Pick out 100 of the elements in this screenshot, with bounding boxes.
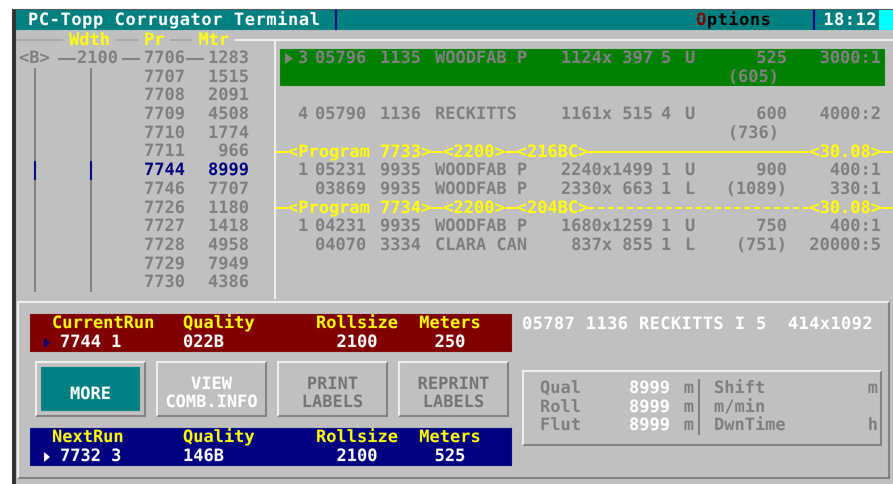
table-cell: 1 xyxy=(661,216,672,236)
options-menu[interactable]: Options xyxy=(696,10,772,30)
table-cell: 05231 xyxy=(315,160,366,180)
table-cell: 1774 xyxy=(208,122,249,143)
selected-row[interactable]: 3 05796 1135 WOODFAB P 1124x 397 5 U 525 3000:1 (605) xyxy=(280,49,885,86)
table-cell: 1 xyxy=(661,234,672,255)
action-button[interactable]: VIEW COMB.INFO xyxy=(156,361,267,417)
table-cell: L xyxy=(685,178,696,199)
table-cell: <B> xyxy=(19,48,50,68)
table-cell: 7707 xyxy=(208,178,249,199)
table-cell: 8999 xyxy=(208,160,249,180)
table-cell: (736) xyxy=(728,122,779,143)
table-cell: 7730 xyxy=(144,272,185,292)
table-cell: 4386 xyxy=(208,272,249,292)
column-header: Rollsize xyxy=(315,428,399,447)
run-value: 146B xyxy=(183,446,224,466)
table-cell: 7729 xyxy=(144,254,185,274)
stat-label: Shift xyxy=(714,379,766,398)
table-cell: 2240x1499 xyxy=(560,160,653,180)
unit-label: m xyxy=(682,398,694,416)
table-cell: U xyxy=(685,216,696,236)
table-cell: 4 xyxy=(661,104,672,124)
table-cell: CLARA CAN xyxy=(435,234,528,255)
table-cell: 7710 xyxy=(144,122,185,143)
table-cell: 7707 xyxy=(144,66,185,87)
table-cell: 1418 xyxy=(208,216,249,236)
run-value: 7744 1 xyxy=(60,333,122,352)
table-cell: 525 xyxy=(756,48,787,68)
table-cell: 2100 xyxy=(77,48,118,68)
table-cell: 4958 xyxy=(208,234,249,255)
table-cell: 1680x1259 xyxy=(560,216,653,236)
column-header: CurrentRun xyxy=(51,314,156,333)
table-cell: 7711 xyxy=(144,141,185,162)
table-cell: 966 xyxy=(218,141,249,162)
table-cell: 3334 xyxy=(380,234,421,255)
table-cell: 7728 xyxy=(144,234,185,255)
table-cell: 9935 xyxy=(380,216,421,236)
column-header: Meters xyxy=(418,428,482,447)
table-cell: 1136 xyxy=(380,104,421,124)
table-cell: 7746 xyxy=(144,178,185,199)
program-label: <216BC> xyxy=(516,142,588,162)
table-cell: 400:1 xyxy=(830,160,881,180)
column-header: Wdth xyxy=(68,30,111,50)
program-label: <30.08> xyxy=(809,142,881,162)
table-cell: 2091 xyxy=(208,85,249,106)
table-cell: U xyxy=(685,48,696,68)
table-cell: WOODFAB P xyxy=(435,216,528,236)
table-cell: 7708 xyxy=(144,85,185,106)
stat-value: 8999 xyxy=(628,379,670,398)
run-value: 2100 xyxy=(336,446,378,466)
column-header: NextRun xyxy=(51,428,125,447)
table-cell: 4508 xyxy=(208,104,249,124)
table-cell: 837x 855 xyxy=(571,234,653,255)
program-label: <2200> xyxy=(443,198,505,218)
table-cell: 1283 xyxy=(208,48,249,68)
stat-value: 8999 xyxy=(628,416,670,434)
run-value: 022B xyxy=(183,332,224,352)
column-header: Quality xyxy=(183,314,256,333)
run-value: 2100 xyxy=(336,332,378,352)
unit-label: m xyxy=(866,379,878,398)
table-cell: 7744 xyxy=(144,160,185,180)
column-header: Meters xyxy=(418,314,482,333)
table-cell: 1161x 515 xyxy=(560,104,653,124)
text-cursor xyxy=(879,10,893,30)
clock: 18:12 xyxy=(823,10,877,30)
table-cell: 05790 xyxy=(315,104,366,124)
program-label: <2200> xyxy=(443,142,505,162)
table-cell: 900 xyxy=(756,160,787,180)
table-cell: 20000:5 xyxy=(809,234,881,255)
stat-label: Flut xyxy=(540,416,582,434)
table-cell: 7949 xyxy=(208,254,249,274)
table-cell: 330:1 xyxy=(830,178,881,199)
table-cell: 1 xyxy=(298,216,308,236)
table-cell: 9935 xyxy=(380,160,421,180)
run-value: 250 xyxy=(434,332,466,352)
stat-label: Roll xyxy=(540,398,582,416)
table-cell: WOODFAB P xyxy=(435,178,528,199)
table-cell: U xyxy=(685,160,696,180)
stat-value: 8999 xyxy=(628,398,670,416)
table-cell: 1 xyxy=(298,160,308,180)
window-title: PC-Topp Corrugator Terminal xyxy=(28,10,321,30)
column-header: Pr xyxy=(142,30,166,50)
pointer-icon xyxy=(44,338,50,348)
table-cell: 750 xyxy=(756,216,787,236)
pointer-icon xyxy=(44,452,50,462)
table-cell: (751) xyxy=(736,234,787,255)
stat-label: Qual xyxy=(540,379,582,398)
stat-label: m/min xyxy=(714,398,766,416)
action-button[interactable]: MORE xyxy=(35,361,146,417)
table-cell: 03869 xyxy=(315,178,366,199)
table-cell: 9935 xyxy=(380,178,421,199)
program-label: <Program 7734> xyxy=(288,198,432,218)
table-cell: RECKITTS xyxy=(435,104,517,124)
unit-label: m xyxy=(682,379,694,398)
table-cell: WOODFAB P xyxy=(435,48,528,68)
table-cell: 1135 xyxy=(380,48,421,68)
program-label: <204BC> xyxy=(516,198,588,218)
table-cell: 3 xyxy=(298,48,308,68)
table-cell: 600 xyxy=(756,104,787,124)
run-value: 7732 3 xyxy=(60,447,122,466)
